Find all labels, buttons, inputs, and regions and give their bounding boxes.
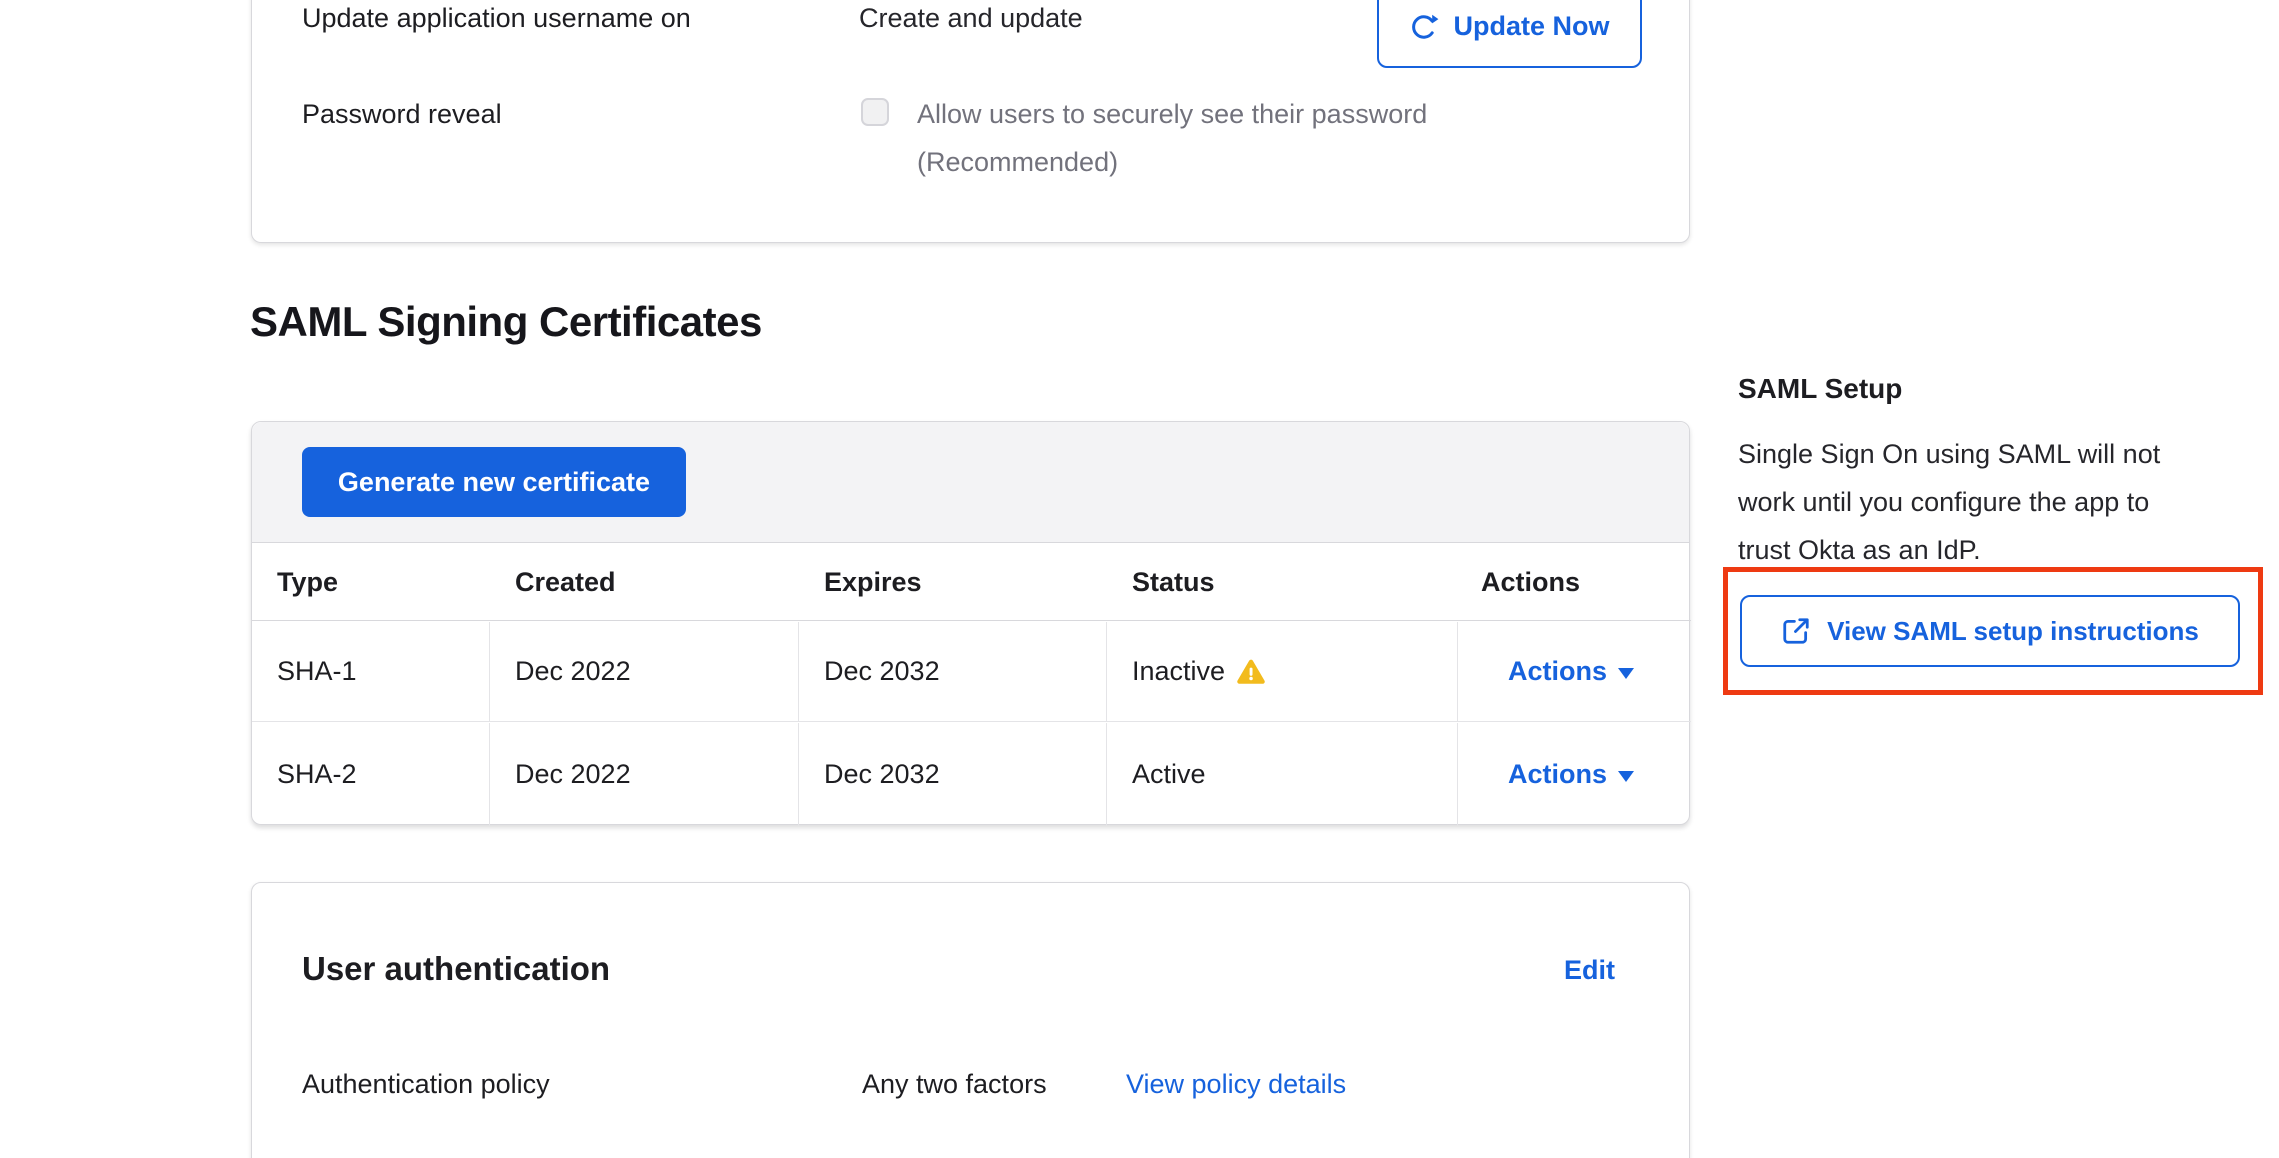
cell-type: SHA-1 (252, 622, 490, 721)
saml-setup-title: SAML Setup (1738, 371, 1902, 407)
column-header-status: Status (1107, 544, 1458, 620)
view-policy-details-link[interactable]: View policy details (1126, 1067, 1346, 1101)
actions-label: Actions (1508, 656, 1607, 687)
saml-setup-description: Single Sign On using SAML will not work … (1738, 430, 2160, 574)
authentication-policy-label: Authentication policy (302, 1067, 550, 1101)
warning-icon (1237, 659, 1265, 685)
description-line: Single Sign On using SAML will not (1738, 430, 2160, 478)
username-update-label: Update application username on (302, 1, 691, 35)
status-text: Active (1132, 759, 1206, 790)
checkbox-text-line1: Allow users to securely see their passwo… (917, 90, 1427, 138)
certificate-row-sha2: SHA-2 Dec 2022 Dec 2032 Active Actions (252, 723, 1691, 826)
user-authentication-panel: User authentication Edit Authentication … (251, 882, 1690, 1158)
cell-type: SHA-2 (252, 723, 490, 826)
password-reveal-checkbox[interactable] (861, 98, 889, 126)
cell-status: Active (1107, 723, 1458, 826)
actions-menu-button[interactable]: Actions (1508, 759, 1634, 790)
external-link-icon (1781, 616, 1811, 646)
password-reveal-checkbox-text: Allow users to securely see their passwo… (917, 90, 1427, 186)
certificates-toolbar: Generate new certificate (252, 422, 1689, 543)
cell-expires: Dec 2032 (799, 622, 1107, 721)
generate-certificate-button[interactable]: Generate new certificate (302, 447, 686, 517)
page-title: SAML Signing Certificates (250, 298, 762, 346)
app-settings-page: Update application username on Create an… (0, 0, 2279, 1158)
username-update-value: Create and update (859, 1, 1083, 35)
description-line: trust Okta as an IdP. (1738, 526, 2160, 574)
cell-created: Dec 2022 (490, 622, 799, 721)
description-line: work until you configure the app to (1738, 478, 2160, 526)
certificates-table-header: Type Created Expires Status Actions (252, 544, 1691, 621)
update-now-label: Update Now (1453, 11, 1609, 42)
column-header-expires: Expires (799, 544, 1107, 620)
chevron-down-icon (1618, 771, 1634, 782)
view-saml-setup-instructions-button[interactable]: View SAML setup instructions (1740, 595, 2240, 667)
actions-label: Actions (1508, 759, 1607, 790)
chevron-down-icon (1618, 668, 1634, 679)
sign-on-settings-panel: Update application username on Create an… (251, 0, 1690, 243)
certificates-panel: Generate new certificate Type Created Ex… (251, 421, 1690, 825)
cell-actions: Actions (1458, 723, 1691, 826)
refresh-icon (1409, 12, 1439, 42)
authentication-policy-value: Any two factors (862, 1067, 1047, 1101)
checkbox-text-line2: (Recommended) (917, 138, 1427, 186)
password-reveal-label: Password reveal (302, 97, 502, 131)
column-header-created: Created (490, 544, 799, 620)
column-header-actions: Actions (1458, 544, 1691, 620)
cell-actions: Actions (1458, 622, 1691, 721)
view-saml-setup-label: View SAML setup instructions (1827, 616, 2199, 647)
cell-status: Inactive (1107, 622, 1458, 721)
user-authentication-title: User authentication (302, 950, 610, 988)
status-text: Inactive (1132, 656, 1225, 687)
certificate-row-sha1: SHA-1 Dec 2022 Dec 2032 Inactive Actions (252, 622, 1691, 722)
cell-created: Dec 2022 (490, 723, 799, 826)
update-now-button[interactable]: Update Now (1377, 0, 1642, 68)
actions-menu-button[interactable]: Actions (1508, 656, 1634, 687)
cell-expires: Dec 2032 (799, 723, 1107, 826)
edit-button[interactable]: Edit (1564, 955, 1615, 986)
column-header-type: Type (252, 544, 490, 620)
